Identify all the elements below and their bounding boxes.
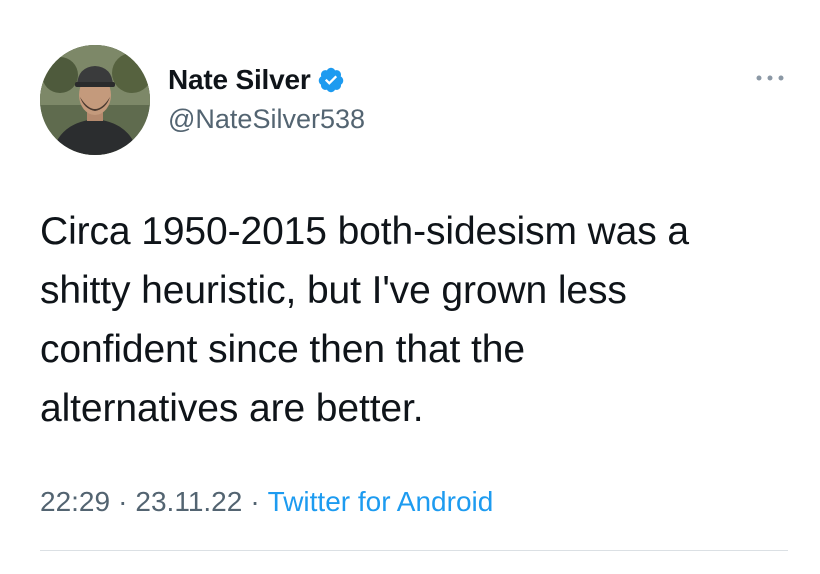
author-name-row: Nate Silver [168,64,345,96]
more-dots-icon [755,69,785,87]
verified-badge-icon [317,66,345,94]
avatar[interactable] [40,45,150,155]
meta-separator: · [118,486,128,517]
tweet-date[interactable]: 23.11.22 [135,486,242,517]
tweet-text: Circa 1950-2015 both-sidesism was a shit… [40,210,689,430]
tweet-time[interactable]: 22:29 [40,486,110,517]
author-handle[interactable]: @NateSilver538 [168,104,365,135]
author-display-name[interactable]: Nate Silver [168,64,311,96]
meta-separator: · [250,486,260,517]
tweet-card: Nate Silver @NateSilver538 Circa 1950-20… [0,0,820,574]
tweet-meta: 22:29 · 23.11.22 · Twitter for Android [40,486,493,518]
more-options-button[interactable] [752,66,788,90]
tweet-source-link[interactable]: Twitter for Android [268,486,494,517]
divider [40,550,788,551]
